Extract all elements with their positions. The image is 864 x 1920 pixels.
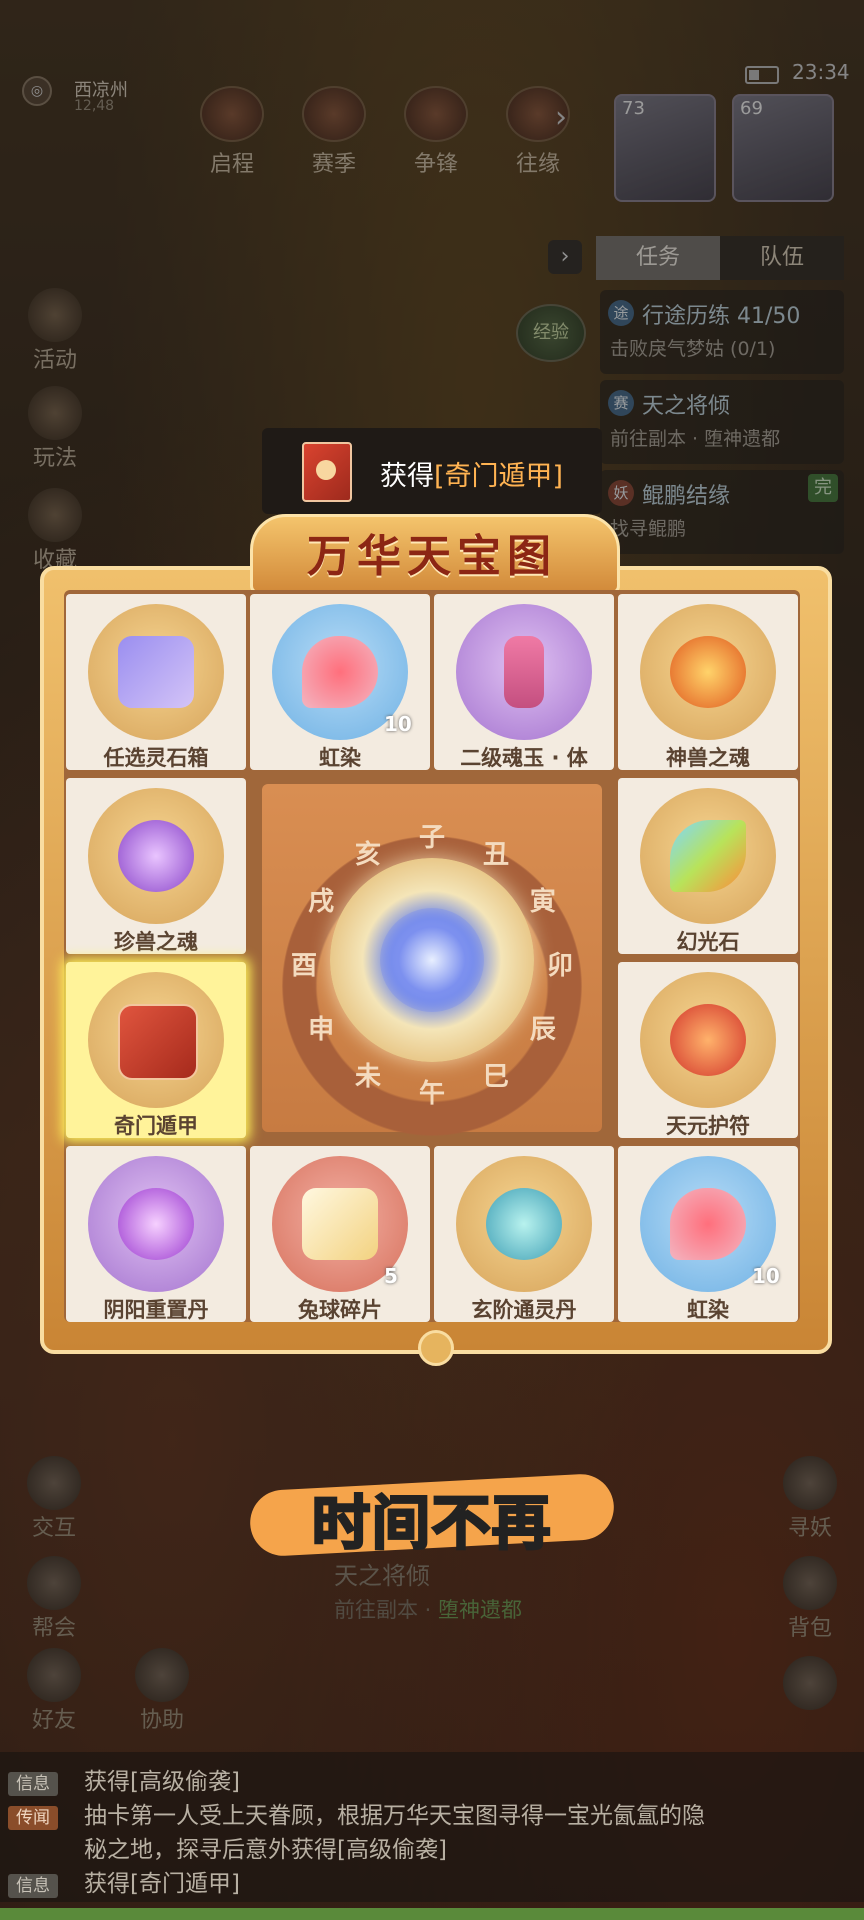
board-cell[interactable]: 10 虹染 xyxy=(250,594,430,770)
board-cell[interactable]: 天元护符 xyxy=(618,962,798,1138)
board-cell[interactable]: 珍兽之魂 xyxy=(66,778,246,954)
orb-core xyxy=(380,908,484,1012)
board-cell[interactable]: 阴阳重置丹 xyxy=(66,1146,246,1322)
chat-message-cont: 秘之地，探寻后意外获得[高级偷袭] xyxy=(84,1837,447,1863)
rabbit-puzzle-icon xyxy=(302,1188,378,1260)
dial-char: 辰 xyxy=(529,1015,556,1045)
dial-char: 巳 xyxy=(483,1061,510,1092)
dial-char: 申 xyxy=(308,1015,335,1045)
board-cell[interactable]: 神兽之魂 xyxy=(618,594,798,770)
soul-jade-icon xyxy=(504,636,544,708)
reward-text: 获得[奇门遁甲] xyxy=(380,461,564,492)
dial-char: 酉 xyxy=(291,951,318,981)
chat-panel[interactable]: 信息 获得[高级偷袭] 传闻 抽卡第一人受上天眷顾，根据万华天宝图寻得一宝光氤氲的隐… xyxy=(0,1752,864,1902)
gift-box-icon xyxy=(118,636,194,708)
dye-icon xyxy=(670,1188,746,1260)
board-cell[interactable]: 5 兔球碎片 xyxy=(250,1146,430,1322)
book-icon xyxy=(302,442,352,502)
chat-tag: 信息 xyxy=(8,1772,58,1796)
bottom-progress-bar xyxy=(0,1908,864,1920)
chat-tag: 信息 xyxy=(8,1874,58,1898)
board-cell[interactable]: 玄阶通灵丹 xyxy=(434,1146,614,1322)
dial-char: 卯 xyxy=(547,951,574,981)
dye-icon xyxy=(302,636,378,708)
dial-char: 子 xyxy=(419,823,446,853)
dial-char: 亥 xyxy=(355,840,382,871)
book-icon xyxy=(118,1004,198,1080)
dial-char: 未 xyxy=(355,1061,382,1092)
board-cell[interactable]: 幻光石 xyxy=(618,778,798,954)
dial-char: 丑 xyxy=(483,840,510,871)
beast-soul-icon xyxy=(670,636,746,708)
pill-icon xyxy=(486,1188,562,1260)
reward-banner: 获得[奇门遁甲] xyxy=(262,428,602,514)
chat-message: 信息 获得[高级偷袭] xyxy=(8,1762,240,1796)
amulet-icon xyxy=(670,1004,746,1076)
chat-message: 信息 获得[奇门遁甲] xyxy=(8,1864,240,1898)
board-knob xyxy=(418,1330,454,1366)
chat-message: 传闻 抽卡第一人受上天眷顾，根据万华天宝图寻得一宝光氤氲的隐 xyxy=(8,1796,705,1830)
dial-char: 午 xyxy=(419,1079,446,1109)
board-cell-selected[interactable]: 奇门遁甲 xyxy=(66,962,246,1138)
board-cell[interactable]: 任选灵石箱 xyxy=(66,594,246,770)
orb-icon xyxy=(118,1188,194,1260)
board-cell[interactable]: 10 虹染 xyxy=(618,1146,798,1322)
chat-tag: 传闻 xyxy=(8,1806,58,1830)
dial-char: 戌 xyxy=(308,887,335,917)
dial-char: 寅 xyxy=(529,887,556,917)
crystal-ball-icon xyxy=(118,820,194,892)
board-title: 万华天宝图 xyxy=(307,531,557,582)
board-cell[interactable]: 二级魂玉 · 体 xyxy=(434,594,614,770)
video-caption: 时间不再 xyxy=(310,1488,552,1559)
